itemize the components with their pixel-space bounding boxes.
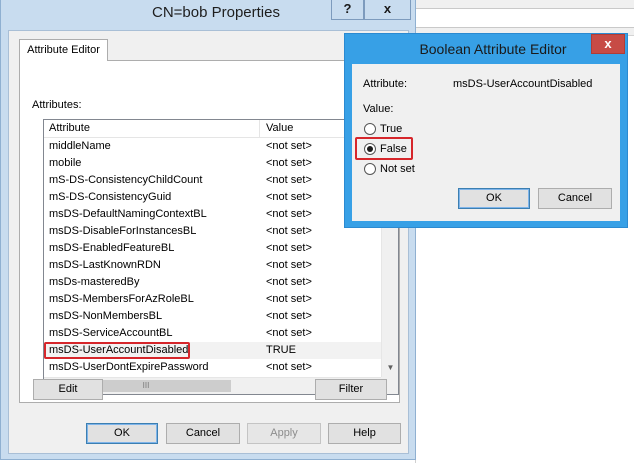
attribute-editor-panel: Attributes: Attribute Value middleName <n… [19,60,400,403]
edit-button[interactable]: Edit [33,379,103,400]
table-row[interactable]: msDS-DisableForInstancesBL <not set> [44,223,381,240]
bool-ok-button[interactable]: OK [458,188,530,209]
attribute-name-cell: mS-DS-ConsistencyChildCount [49,174,203,186]
attribute-value-cell: <not set> [266,225,312,237]
table-row[interactable]: msDS-UserAccountDisabled TRUE [44,342,381,359]
boolean-editor-dialog: Boolean Attribute Editor x Attribute: ms… [344,33,628,228]
attribute-name-cell: msDS-ServiceAccountBL [49,327,173,339]
attribute-name-value: msDS-UserAccountDisabled [453,78,593,90]
help-title-button[interactable]: ? [331,0,364,20]
table-row[interactable]: msDS-EnabledFeatureBL <not set> [44,240,381,257]
properties-title: CN=bob Properties [152,4,280,21]
cancel-button[interactable]: Cancel [166,423,240,444]
table-row[interactable]: msDS-LastKnownRDN <not set> [44,257,381,274]
table-row[interactable]: msDS-MembersForAzRoleBL <not set> [44,291,381,308]
false-option-highlight [355,137,413,160]
attribute-value-cell: <not set> [266,140,312,152]
attribute-value-cell: <not set> [266,327,312,339]
attribute-value-cell: <not set> [266,191,312,203]
attribute-name-cell: msDS-DisableForInstancesBL [49,225,197,237]
apply-button[interactable]: Apply [247,423,321,444]
attribute-value-cell: <not set> [266,174,312,186]
attribute-value-cell: <not set> [266,276,312,288]
table-row[interactable]: msDS-NonMembersBL <not set> [44,308,381,325]
radio-true-label[interactable]: True [380,123,402,135]
list-rows: middleName <not set> mobile <not set> mS-DS-… [44,138,381,376]
attribute-name-cell: mobile [49,157,82,169]
filter-button[interactable]: Filter [315,379,387,400]
table-row[interactable]: msDS-UserDontExpirePassword <not set> [44,359,381,376]
close-icon[interactable]: x [591,34,625,54]
table-row[interactable]: msDs-masteredBy <not set> [44,274,381,291]
attribute-name-cell: msDS-EnabledFeatureBL [49,242,175,254]
attribute-name-cell: msDS-DefaultNamingContextBL [49,208,207,220]
close-title-button[interactable]: x [364,0,411,20]
attribute-value-cell: <not set> [266,361,312,373]
attribute-value-cell: <not set> [266,310,312,322]
attribute-name-cell: msDS-UserDontExpirePassword [49,361,209,373]
attribute-name-cell: msDS-LastKnownRDN [49,259,161,271]
help-button[interactable]: Help [328,423,401,444]
value-label: Value: [363,103,394,115]
selected-row-highlight [44,342,190,359]
table-row[interactable]: middleName <not set> [44,138,381,155]
background-toolbar [415,0,634,36]
attribute-value-cell: TRUE [266,344,296,356]
table-row[interactable]: msDS-DefaultNamingContextBL <not set> [44,206,381,223]
attributes-label: Attributes: [32,99,82,111]
attribute-name-cell: msDS-NonMembersBL [49,310,163,322]
tab-attribute-editor[interactable]: Attribute Editor [19,39,108,61]
column-header-attribute[interactable]: Attribute [44,120,260,138]
radio-not-set-label[interactable]: Not set [380,163,415,175]
attribute-value-cell: <not set> [266,242,312,254]
table-row[interactable]: mobile <not set> [44,155,381,172]
attribute-name-cell: msDs-masteredBy [49,276,140,288]
bool-cancel-button[interactable]: Cancel [538,188,612,209]
attribute-value-cell: <not set> [266,259,312,271]
scroll-down-icon[interactable]: ▼ [382,359,398,376]
attribute-name-cell: middleName [49,140,111,152]
attribute-name-cell: mS-DS-ConsistencyGuid [49,191,172,203]
table-row[interactable]: mS-DS-ConsistencyGuid <not set> [44,189,381,206]
table-row[interactable]: mS-DS-ConsistencyChildCount <not set> [44,172,381,189]
attribute-value-cell: <not set> [266,293,312,305]
attribute-label: Attribute: [363,78,408,90]
attribute-value-cell: <not set> [266,157,312,169]
table-row[interactable]: msDS-ServiceAccountBL <not set> [44,325,381,342]
properties-title-bar: CN=bob Properties ? x [1,0,415,30]
boolean-editor-title: Boolean Attribute Editor [419,41,567,57]
background-input [415,8,634,28]
radio-not-set[interactable] [364,163,376,175]
attribute-name-cell: msDS-MembersForAzRoleBL [49,293,194,305]
attribute-value-cell: <not set> [266,208,312,220]
ok-button[interactable]: OK [86,423,158,444]
radio-true[interactable] [364,123,376,135]
